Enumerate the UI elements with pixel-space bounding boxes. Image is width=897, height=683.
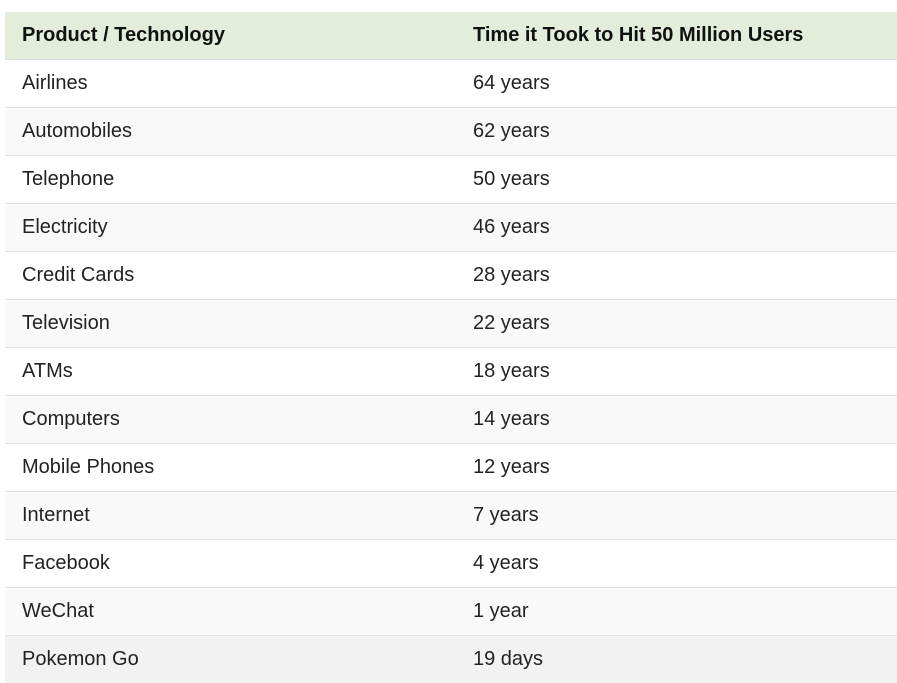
cell-time: 4 years (456, 539, 897, 588)
cell-product: ATMs (5, 347, 456, 396)
cell-product: Facebook (5, 539, 456, 588)
cell-product: Telephone (5, 155, 456, 204)
table-row: Electricity 46 years (5, 203, 897, 252)
table-row: Television 22 years (5, 299, 897, 348)
table-row: Facebook 4 years (5, 539, 897, 588)
table-row: Airlines 64 years (5, 59, 897, 108)
cell-time: 1 year (456, 587, 897, 636)
table-header: Product / Technology Time it Took to Hit… (5, 12, 897, 60)
cell-product: Television (5, 299, 456, 348)
cell-product: Airlines (5, 59, 456, 108)
table-row: Telephone 50 years (5, 155, 897, 204)
cell-time: 64 years (456, 59, 897, 108)
adoption-table: Product / Technology Time it Took to Hit… (5, 12, 897, 683)
cell-time: 7 years (456, 491, 897, 540)
cell-product: Credit Cards (5, 251, 456, 300)
table-row: Credit Cards 28 years (5, 251, 897, 300)
table-row: Mobile Phones 12 years (5, 443, 897, 492)
cell-product: Electricity (5, 203, 456, 252)
cell-time: 22 years (456, 299, 897, 348)
table-row: ATMs 18 years (5, 347, 897, 396)
table-body: Airlines 64 years Automobiles 62 years T… (5, 59, 897, 683)
cell-time: 50 years (456, 155, 897, 204)
cell-time: 28 years (456, 251, 897, 300)
table-row: Pokemon Go 19 days (5, 635, 897, 683)
adoption-table-container: Product / Technology Time it Took to Hit… (5, 12, 897, 683)
table-row: Automobiles 62 years (5, 107, 897, 156)
cell-product: Pokemon Go (5, 635, 456, 683)
cell-product: Mobile Phones (5, 443, 456, 492)
cell-product: Computers (5, 395, 456, 444)
header-row: Product / Technology Time it Took to Hit… (5, 12, 897, 60)
cell-product: WeChat (5, 587, 456, 636)
table-row: Internet 7 years (5, 491, 897, 540)
cell-time: 62 years (456, 107, 897, 156)
cell-product: Automobiles (5, 107, 456, 156)
cell-time: 14 years (456, 395, 897, 444)
header-time: Time it Took to Hit 50 Million Users (456, 12, 897, 60)
header-product: Product / Technology (5, 12, 456, 60)
cell-time: 46 years (456, 203, 897, 252)
cell-time: 19 days (456, 635, 897, 683)
cell-time: 18 years (456, 347, 897, 396)
table-row: Computers 14 years (5, 395, 897, 444)
cell-time: 12 years (456, 443, 897, 492)
cell-product: Internet (5, 491, 456, 540)
table-row: WeChat 1 year (5, 587, 897, 636)
